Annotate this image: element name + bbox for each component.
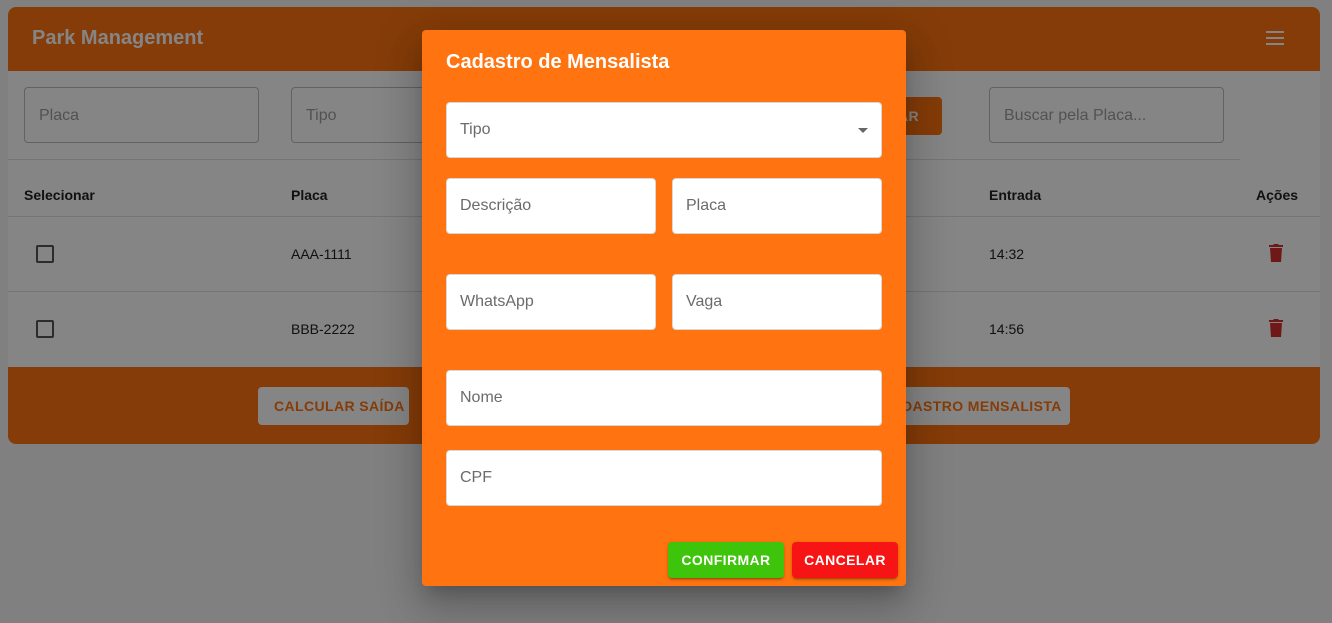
chevron-down-icon	[858, 128, 868, 133]
tipo-select-label: Tipo	[460, 121, 491, 138]
cpf-input[interactable]: CPF	[446, 450, 882, 506]
vaga-input[interactable]: Vaga	[672, 274, 882, 330]
dialog-title: Cadastro de Mensalista	[446, 51, 670, 73]
confirm-button[interactable]: CONFIRMAR	[668, 542, 784, 578]
descricao-input[interactable]: Descrição	[446, 178, 656, 234]
tipo-select[interactable]: Tipo	[446, 102, 882, 158]
placa-input[interactable]: Placa	[672, 178, 882, 234]
nome-input[interactable]: Nome	[446, 370, 882, 426]
whatsapp-input[interactable]: WhatsApp	[446, 274, 656, 330]
cadastro-mensalista-dialog: Cadastro de Mensalista Tipo Descrição Pl…	[422, 30, 906, 586]
cancel-button[interactable]: CANCELAR	[792, 542, 898, 578]
